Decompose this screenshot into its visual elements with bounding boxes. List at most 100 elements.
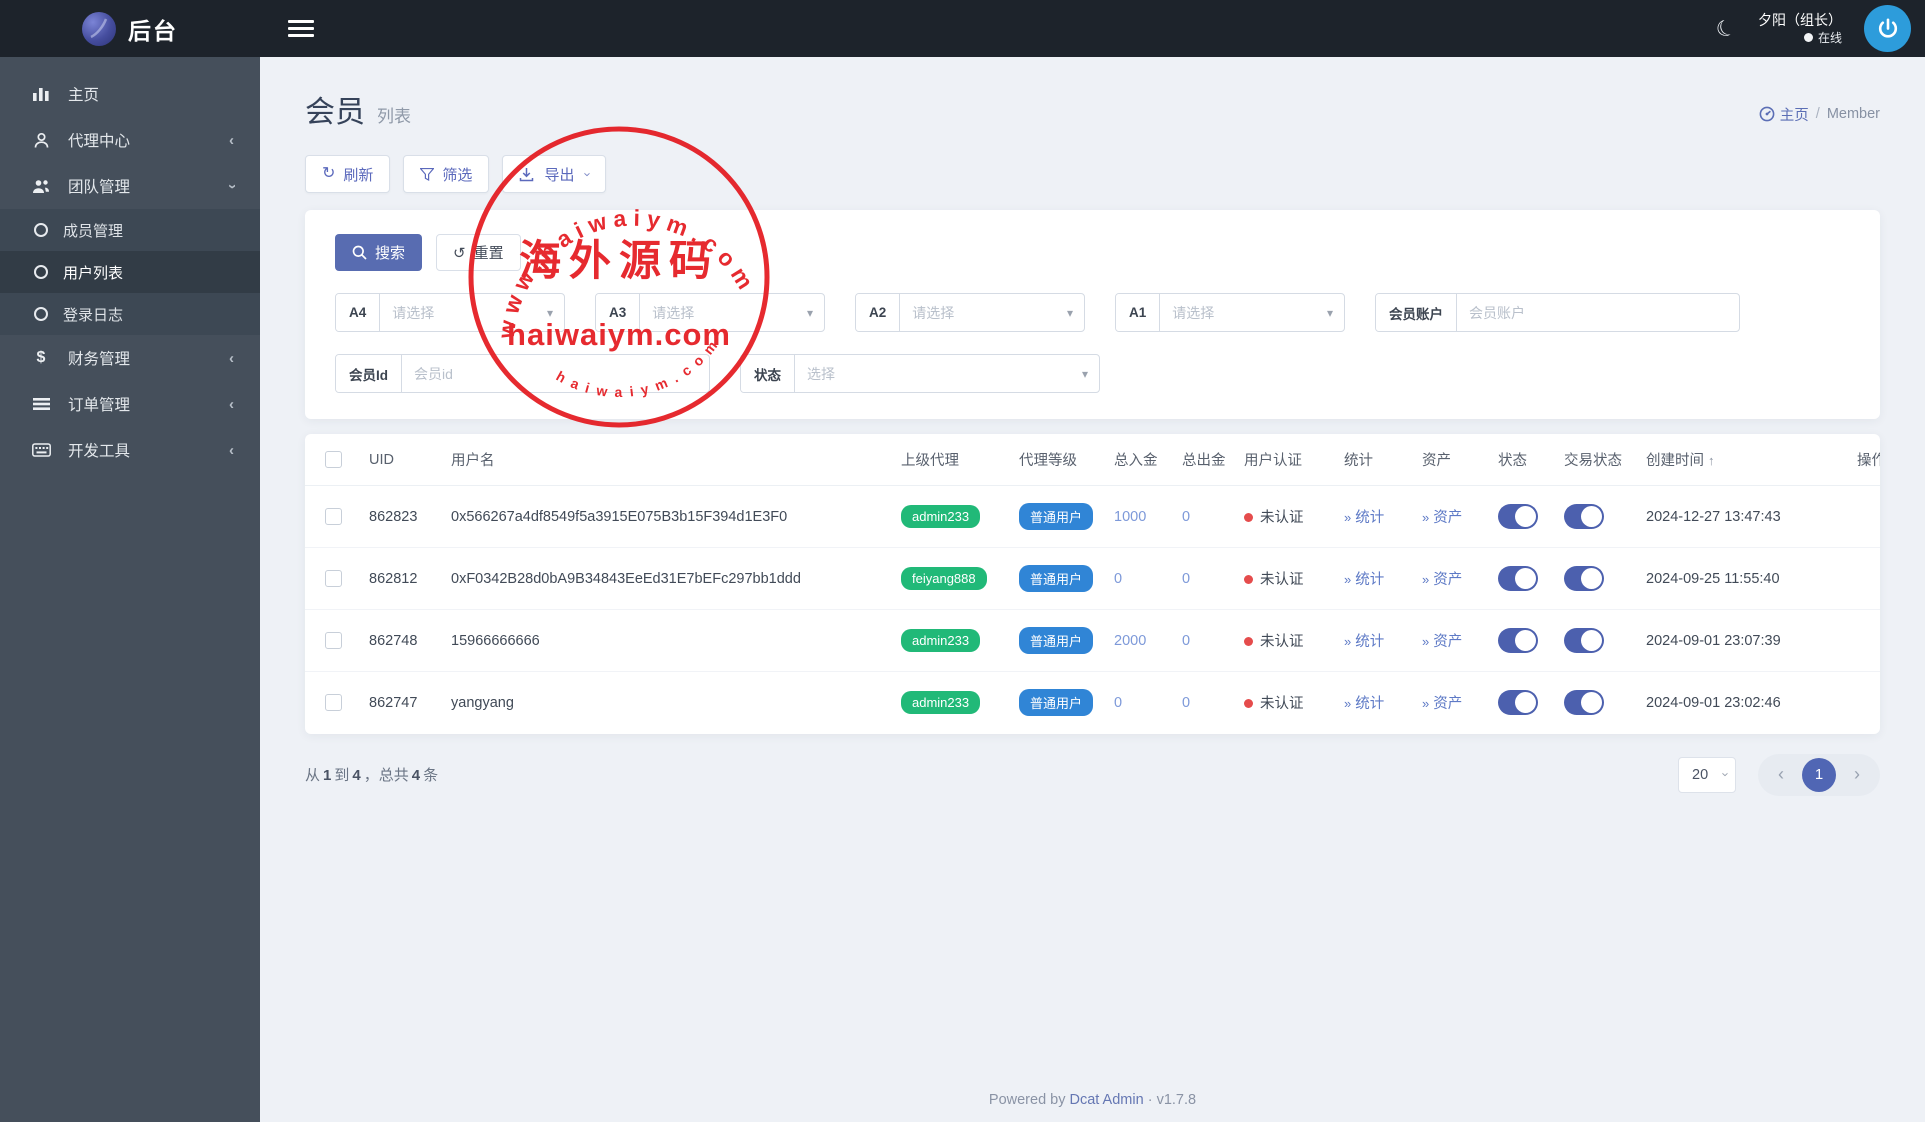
assets-link[interactable]: » 资产 <box>1422 634 1462 650</box>
refresh-button[interactable]: ↻ 刷新 <box>305 155 391 193</box>
next-page-button[interactable]: › <box>1842 764 1872 785</box>
export-button[interactable]: 导出 ‹ <box>502 155 606 193</box>
pagination-summary: 从 1 到 4 ，总共 4 条 <box>305 767 439 784</box>
trade-status-toggle[interactable] <box>1564 690 1604 716</box>
dcat-admin-link[interactable]: Dcat Admin <box>1070 1092 1144 1108</box>
trade-status-toggle[interactable] <box>1564 628 1604 653</box>
double-chevron-icon: » <box>1344 696 1352 712</box>
assets-link[interactable]: » 资产 <box>1422 510 1462 526</box>
cell-username: 0xF0342B28d0bA9B34843EeEd31E7bEFc297bb1d… <box>443 547 893 610</box>
row-checkbox[interactable] <box>325 632 342 649</box>
dashboard-icon <box>1759 106 1775 122</box>
reset-button[interactable]: ↺ 重置 <box>436 234 521 271</box>
trade-status-toggle[interactable] <box>1564 504 1604 529</box>
sidebar-item-label: 财务管理 <box>68 351 131 368</box>
filter-select-status[interactable]: 状态 选择 ▾ <box>740 354 1100 393</box>
status-toggle[interactable] <box>1498 566 1538 591</box>
stats-link[interactable]: » 统计 <box>1344 696 1384 712</box>
total-withdraw-link[interactable]: 0 <box>1182 571 1190 587</box>
sidebar-item-label: 团队管理 <box>68 179 131 196</box>
user-info: 夕阳（组长） 在线 <box>1758 11 1842 46</box>
trade-status-toggle[interactable] <box>1564 566 1604 591</box>
page-size-select[interactable]: 20 ‹ <box>1678 756 1736 793</box>
col-created-at[interactable]: 创建时间 ↑ <box>1638 434 1813 486</box>
stats-link[interactable]: » 统计 <box>1344 572 1384 588</box>
sidebar-item-user-list[interactable]: 用户列表 <box>0 251 260 293</box>
total-withdraw-link[interactable]: 0 <box>1182 695 1190 711</box>
assets-link[interactable]: » 资产 <box>1422 572 1462 588</box>
member-id-input[interactable] <box>414 365 697 382</box>
double-chevron-icon: » <box>1422 510 1430 525</box>
user-avatar[interactable] <box>1864 5 1911 52</box>
prev-page-button[interactable]: ‹ <box>1766 764 1796 785</box>
app-title: 后台 <box>128 17 178 44</box>
sidebar-item-home[interactable]: 主页 <box>0 71 260 117</box>
sidebar-item-agent-center[interactable]: 代理中心 ‹ <box>0 117 260 163</box>
stats-link[interactable]: » 统计 <box>1344 510 1384 526</box>
total-deposit-link[interactable]: 0 <box>1114 571 1122 587</box>
total-withdraw-link[interactable]: 0 <box>1182 633 1190 649</box>
unverified-dot-icon <box>1244 637 1253 646</box>
row-checkbox[interactable] <box>325 570 342 587</box>
filter-select-a2[interactable]: A2 请选择 ▾ <box>855 293 1085 332</box>
filter-button[interactable]: 筛选 <box>403 155 490 193</box>
verify-status: 未认证 <box>1260 572 1304 588</box>
cell-username: 15966666666 <box>443 609 893 672</box>
table-row: 862823 0x566267a4df8549f5a3915E075B3b15F… <box>305 485 1880 548</box>
search-button[interactable]: 搜索 <box>335 234 423 271</box>
agent-badge[interactable]: admin233 <box>901 505 981 528</box>
filter-account-group: 会员账户 <box>1375 293 1740 332</box>
cell-username: yangyang <box>451 694 514 711</box>
sidebar-item-order-management[interactable]: 订单管理 ‹ <box>0 381 260 427</box>
breadcrumb-home-link[interactable]: 主页 <box>1759 104 1809 125</box>
refresh-icon: ↻ <box>322 165 336 182</box>
filter-select-a3[interactable]: A3 请选择 ▾ <box>595 293 825 332</box>
table-row: 862747 yangyang admin233 普通用户 0 0 未认证 » 统… <box>305 672 1880 734</box>
agent-badge[interactable]: admin233 <box>901 629 981 652</box>
sidebar-item-label: 订单管理 <box>68 397 131 414</box>
status-toggle[interactable] <box>1498 504 1538 529</box>
unverified-dot-icon <box>1244 513 1253 522</box>
filter-select-a1[interactable]: A1 请选择 ▾ <box>1115 293 1345 332</box>
double-chevron-icon: » <box>1344 510 1352 525</box>
double-chevron-icon: » <box>1344 572 1352 587</box>
current-page-button[interactable]: 1 <box>1802 757 1836 792</box>
row-checkbox[interactable] <box>325 508 342 525</box>
breadcrumb-separator: / <box>1815 106 1820 122</box>
sidebar-item-member-management[interactable]: 成员管理 <box>0 209 260 251</box>
member-account-input[interactable] <box>1469 304 1727 321</box>
chevron-down-icon: ‹ <box>223 183 240 189</box>
stats-link[interactable]: » 统计 <box>1344 634 1384 650</box>
level-badge: 普通用户 <box>1019 627 1094 654</box>
sidebar-item-label: 成员管理 <box>63 222 124 240</box>
total-withdraw-link[interactable]: 0 <box>1182 509 1190 525</box>
row-checkbox[interactable] <box>325 694 342 712</box>
select-all-checkbox[interactable] <box>325 451 342 468</box>
dark-mode-toggle-icon[interactable]: ☾ <box>1712 13 1740 44</box>
sidebar-item-dev-tools[interactable]: 开发工具 ‹ <box>0 427 260 473</box>
cell-created-at: 2024-09-01 23:02:46 <box>1646 694 1781 711</box>
col-status: 状态 <box>1490 434 1556 486</box>
total-deposit-link[interactable]: 2000 <box>1114 633 1146 649</box>
total-deposit-link[interactable]: 0 <box>1114 695 1122 711</box>
chevron-left-icon: ‹ <box>229 441 234 459</box>
cell-username: 0x566267a4df8549f5a3915E075B3b15F394d1E3… <box>443 485 893 548</box>
app-logo[interactable]: 后台 <box>0 0 260 57</box>
verify-status: 未认证 <box>1260 510 1304 526</box>
status-toggle[interactable] <box>1498 690 1538 716</box>
sidebar-item-team-management[interactable]: 团队管理 ‹ <box>0 163 260 209</box>
status-toggle[interactable] <box>1498 628 1538 653</box>
assets-link[interactable]: » 资产 <box>1422 696 1462 712</box>
agent-badge[interactable]: feiyang888 <box>901 567 987 590</box>
col-stats: 统计 <box>1336 434 1414 486</box>
filter-select-a4[interactable]: A4 请选择 ▾ <box>335 293 565 332</box>
total-deposit-link[interactable]: 1000 <box>1114 509 1146 525</box>
select-arrow-icon: ▾ <box>1066 305 1073 320</box>
user-icon <box>30 132 52 149</box>
double-chevron-icon: » <box>1422 634 1430 649</box>
page-subtitle: 列表 <box>377 107 411 126</box>
sidebar-item-login-log[interactable]: 登录日志 <box>0 293 260 335</box>
menu-toggle-icon[interactable] <box>288 16 314 41</box>
agent-badge[interactable]: admin233 <box>901 691 981 715</box>
sidebar-item-finance-management[interactable]: $ 财务管理 ‹ <box>0 335 260 381</box>
